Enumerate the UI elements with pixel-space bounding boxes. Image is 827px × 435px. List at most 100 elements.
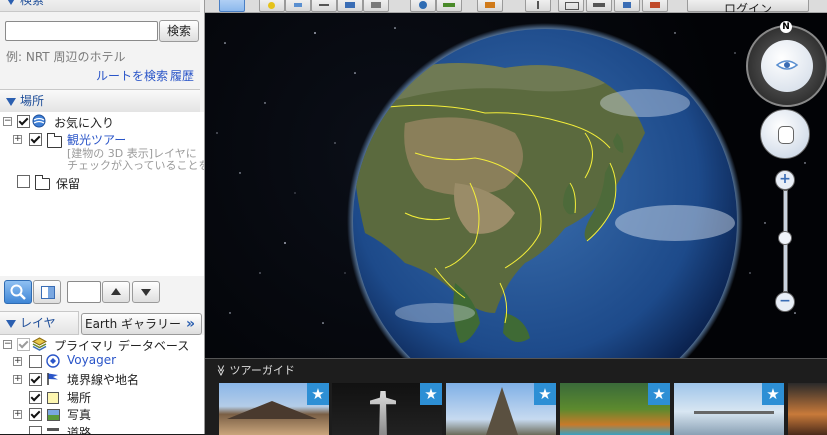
roads-checkbox[interactable] — [29, 426, 42, 434]
voyager-label[interactable]: Voyager — [67, 353, 116, 367]
email-button[interactable] — [558, 0, 584, 12]
collapse-toggle[interactable]: − — [3, 117, 12, 126]
voyager-icon — [46, 354, 60, 368]
zoom-slider[interactable]: + − — [775, 170, 795, 312]
search-section-header[interactable]: 検索 — [0, 0, 200, 12]
star-icon[interactable]: ★ — [534, 383, 556, 405]
search-places-button[interactable] — [4, 280, 32, 304]
photos-label[interactable]: 写真 — [67, 406, 91, 423]
placemark-button[interactable] — [259, 0, 285, 12]
search-button[interactable]: 検索 — [159, 20, 199, 42]
earth-3d-view[interactable]: N + − — [205, 13, 827, 358]
sun-icon — [443, 3, 455, 7]
envelope-icon — [565, 2, 579, 10]
login-button[interactable]: ログイン — [687, 0, 809, 12]
statue-shape — [370, 391, 396, 435]
main-toolbar: ログイン — [205, 0, 827, 13]
history-link[interactable]: 履歴 — [170, 67, 194, 84]
pushpin-icon — [268, 2, 275, 9]
tour-thumbnail[interactable]: ★ — [446, 383, 556, 435]
expand-toggle[interactable]: + — [13, 135, 22, 144]
move-joystick-control[interactable] — [760, 109, 810, 159]
hand-pan-icon — [778, 126, 794, 144]
tour-description-line2: チェックが入っていることを — [67, 159, 205, 172]
expand-toggle[interactable]: + — [13, 375, 22, 384]
pending-checkbox[interactable] — [17, 175, 30, 188]
double-chevron-right-icon: » — [185, 316, 195, 332]
layers-section-header[interactable]: レイヤ — [0, 311, 79, 335]
tour-thumbnail[interactable]: ★ — [560, 383, 670, 435]
move-down-button[interactable] — [132, 281, 160, 303]
search-input[interactable] — [5, 21, 158, 41]
star-icon[interactable]: ★ — [420, 383, 442, 405]
star-icon[interactable]: ★ — [648, 383, 670, 405]
sidebar-toggle-button[interactable] — [219, 0, 245, 12]
historical-imagery-button[interactable] — [410, 0, 436, 12]
zoom-out-button[interactable]: − — [775, 292, 795, 312]
sidebar: 検索 検索 例: NRT 周辺のホテル ルートを検索 履歴 場所 − お気に入り… — [0, 0, 205, 434]
path-icon — [319, 4, 329, 6]
map-icon — [650, 2, 660, 8]
places-filter-box[interactable] — [67, 281, 101, 303]
borders-labels-label[interactable]: 境界線や地名 — [67, 371, 139, 388]
places-layer-label[interactable]: 場所 — [67, 389, 91, 406]
bridge-shape — [694, 411, 774, 414]
earth-gallery-button[interactable]: Earth ギャラリー » — [81, 313, 202, 335]
sunlight-button[interactable] — [436, 0, 462, 12]
favorites-label[interactable]: お気に入り — [54, 114, 114, 131]
record-tour-button[interactable] — [363, 0, 389, 12]
tour-guide-header[interactable]: ≫ ツアーガイド — [214, 362, 295, 378]
print-button[interactable] — [586, 0, 612, 12]
planets-button[interactable] — [477, 0, 503, 12]
path-button[interactable] — [311, 0, 337, 12]
save-image-button[interactable] — [614, 0, 640, 12]
zoom-thumb[interactable] — [778, 231, 792, 245]
roads-label[interactable]: 道路 — [67, 424, 91, 434]
route-search-link[interactable]: ルートを検索 — [96, 67, 168, 84]
polygon-button[interactable] — [285, 0, 311, 12]
expand-toggle[interactable]: + — [13, 357, 22, 366]
tour-thumbnail[interactable] — [788, 383, 827, 435]
tour-checkbox[interactable] — [29, 133, 42, 146]
ruler-button[interactable] — [525, 0, 551, 12]
flag-icon — [47, 373, 58, 385]
places-layer-checkbox[interactable] — [29, 391, 42, 404]
login-label: ログイン — [723, 2, 772, 13]
star-icon[interactable]: ★ — [307, 383, 329, 405]
zoom-in-button[interactable]: + — [775, 170, 795, 190]
layers-stack-icon — [32, 337, 47, 351]
borders-labels-checkbox[interactable] — [29, 373, 42, 386]
search-example-text: 例: NRT 周辺のホテル — [6, 50, 126, 64]
voyager-checkbox[interactable] — [29, 355, 42, 368]
expand-toggle[interactable]: + — [13, 410, 22, 419]
earth-render[interactable] — [205, 13, 827, 358]
panel-toggle-icon — [41, 286, 55, 299]
image-overlay-button[interactable] — [337, 0, 363, 12]
look-compass-control[interactable]: N — [746, 21, 827, 107]
tour-thumbnail[interactable]: ★ — [674, 383, 784, 435]
photos-checkbox[interactable] — [29, 408, 42, 421]
favorites-checkbox[interactable] — [17, 115, 30, 128]
clock-icon — [419, 1, 427, 9]
ruler-icon — [537, 1, 539, 9]
tour-thumbnail[interactable]: ★ — [332, 383, 442, 435]
planet-icon — [485, 2, 495, 8]
primary-database-label[interactable]: プライマリ データベース — [54, 337, 189, 354]
places-section-header[interactable]: 場所 — [0, 89, 200, 113]
chevron-down-icon[interactable]: ≫ — [214, 365, 227, 377]
collapse-toggle[interactable]: − — [3, 340, 12, 349]
panel-toggle-button[interactable] — [33, 280, 61, 304]
pending-label[interactable]: 保留 — [56, 175, 80, 192]
mountain-shape — [227, 401, 317, 419]
tour-guide-title: ツアーガイド — [229, 364, 295, 377]
move-up-button[interactable] — [102, 281, 130, 303]
primary-database-checkbox[interactable] — [17, 338, 30, 351]
star-icon[interactable]: ★ — [762, 383, 784, 405]
north-indicator-label[interactable]: N — [780, 21, 792, 33]
arrow-up-icon — [111, 288, 121, 295]
tour-thumbnail[interactable]: ★ — [219, 383, 329, 435]
photo-icon — [47, 409, 60, 421]
view-in-maps-button[interactable] — [642, 0, 668, 12]
magnifier-icon — [10, 284, 26, 300]
search-section-title: 検索 — [20, 0, 45, 7]
